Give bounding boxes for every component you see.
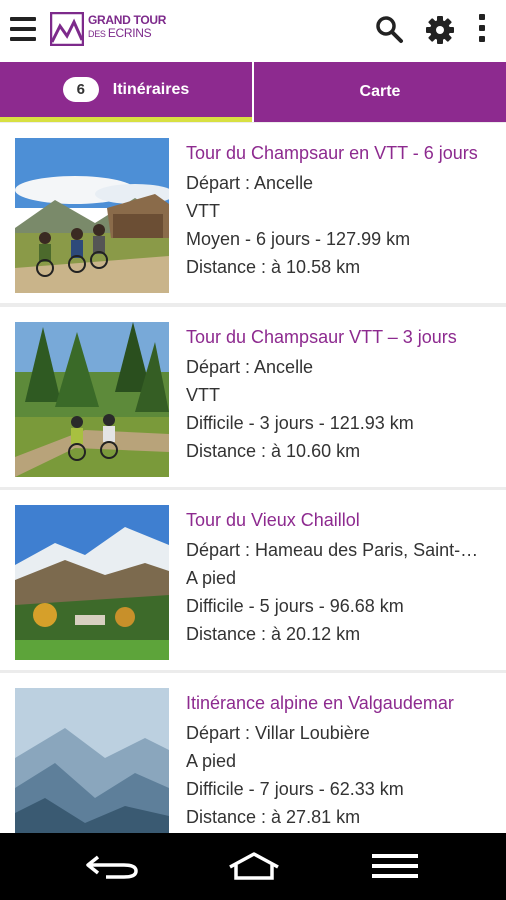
list-item[interactable]: Tour du Vieux Chaillol Départ : Hameau d… [0, 490, 506, 670]
itinerary-photo [15, 322, 169, 477]
menu-icon[interactable] [10, 17, 40, 43]
home-icon [229, 852, 279, 880]
app-bar: GRAND TOUR DES ECRINS [0, 0, 506, 62]
itinerary-details: Difficile - 3 jours - 121.93 km [186, 413, 414, 433]
tab-label: Carte [359, 83, 401, 100]
search-icon [376, 16, 403, 43]
itinerary-photo [15, 138, 169, 293]
list-item[interactable]: Tour du Champsaur VTT – 3 jours Départ :… [0, 307, 506, 487]
itinerary-activity: A pied [186, 751, 237, 771]
itinerary-distance: Distance : à 10.60 km [186, 441, 361, 461]
gear-icon [426, 16, 454, 44]
itinerary-details: Difficile - 5 jours - 96.68 km [186, 596, 404, 616]
itinerary-departure: Départ : Ancelle [186, 357, 314, 377]
logo-mountain-icon [50, 12, 84, 46]
itinerary-departure: Départ : Ancelle [186, 173, 314, 193]
list-item[interactable]: Tour du Champsaur en VTT - 6 jours Dépar… [0, 123, 506, 303]
more-dot [479, 36, 485, 42]
more-options-button[interactable] [470, 14, 494, 46]
more-dot [479, 25, 485, 31]
itinerary-details: Moyen - 6 jours - 127.99 km [186, 229, 411, 249]
itinerary-departure: Départ : Hameau des Paris, Saint-Michel [186, 540, 488, 560]
back-icon [86, 855, 138, 879]
itinerary-title[interactable]: Tour du Champsaur en VTT - 6 jours [186, 141, 488, 165]
tab-label: Itinéraires [112, 80, 190, 98]
app-logo: GRAND TOUR DES ECRINS [50, 12, 200, 52]
itinerary-details: Difficile - 7 jours - 62.33 km [186, 779, 404, 799]
itinerary-title[interactable]: Tour du Vieux Chaillol [186, 508, 488, 532]
recents-button[interactable] [370, 851, 420, 886]
more-dot [479, 14, 485, 20]
menu-lines-icon [372, 854, 418, 878]
itinerary-activity: A pied [186, 568, 237, 588]
itinerary-distance: Distance : à 27.81 km [186, 807, 361, 827]
itinerary-distance: Distance : à 10.58 km [186, 257, 361, 277]
list-item[interactable]: Itinérance alpine en Valgaudemar Départ … [0, 673, 506, 833]
itinerary-activity: VTT [186, 385, 220, 405]
itinerary-departure: Départ : Villar Loubière [186, 723, 370, 743]
system-nav-bar [0, 833, 506, 900]
tab-carte[interactable]: Carte [252, 62, 506, 122]
search-button[interactable] [374, 14, 406, 46]
tab-bar: 6 Itinéraires Carte [0, 62, 506, 122]
itinerary-list[interactable]: Tour du Champsaur en VTT - 6 jours Dépar… [0, 123, 506, 833]
itinerary-photo [15, 688, 169, 833]
itineraries-count-badge: 6 [62, 77, 99, 102]
logo-line-2: DES ECRINS [88, 26, 152, 40]
itinerary-activity: VTT [186, 201, 220, 221]
itinerary-title[interactable]: Itinérance alpine en Valgaudemar [186, 691, 488, 715]
itinerary-distance: Distance : à 20.12 km [186, 624, 361, 644]
tab-itineraires[interactable]: 6 Itinéraires [0, 62, 252, 122]
logo-line-1: GRAND TOUR [88, 13, 167, 27]
itinerary-title[interactable]: Tour du Champsaur VTT – 3 jours [186, 325, 488, 349]
home-button[interactable] [226, 851, 282, 886]
settings-button[interactable] [424, 14, 456, 46]
itinerary-photo [15, 505, 169, 660]
back-button[interactable] [84, 851, 140, 886]
